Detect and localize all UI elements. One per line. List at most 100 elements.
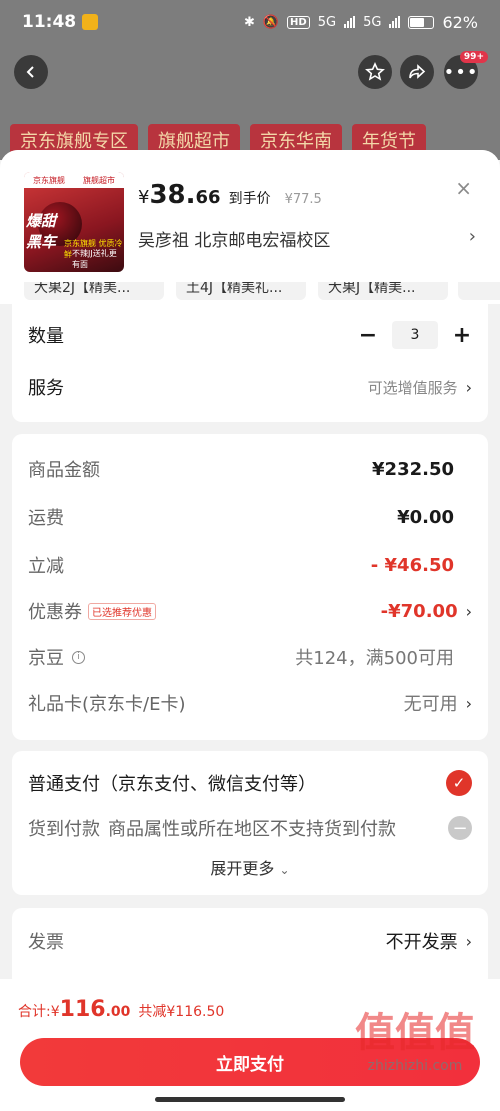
status-time: 11:48	[22, 12, 77, 32]
thumb-label-main: 爆甜 黑车	[26, 210, 56, 252]
original-price: ¥77.5	[284, 192, 322, 207]
thumb-label-line2: 黑车	[26, 233, 57, 251]
shipping-row: 运费 ¥0.00	[28, 502, 472, 532]
service-label: 服务	[28, 378, 64, 399]
coupon-row[interactable]: 优惠券 已选推荐优惠 -¥70.00 ›	[28, 596, 472, 626]
payment-card: 普通支付（京东支付、微信支付等） ✓ 货到付款 商品属性或所在地区不支持货到付款…	[12, 751, 488, 895]
top-nav: ••• 99+	[0, 51, 500, 91]
jd-bean-label: 京豆	[28, 648, 64, 669]
star-icon	[365, 62, 385, 81]
notification-badge: 99+	[459, 51, 488, 63]
giftcard-row[interactable]: 礼品卡(京东卡/E卡) 无可用 ›	[28, 688, 472, 718]
quantity-input[interactable]: 3	[392, 321, 438, 349]
giftcard-label: 礼品卡(京东卡/E卡)	[28, 694, 186, 715]
coupon-value-wrap: -¥70.00 ›	[381, 601, 472, 622]
variant-list: 大果2J【精美... 土4J【精美礼... 大果J【精美...	[0, 282, 500, 304]
increase-button[interactable]: +	[452, 323, 472, 348]
background-page: 11:48 ✱ 🔕 HD 5G 5G 62% ••• 99+ 京东旗舰专区 旗舰…	[0, 0, 500, 160]
goods-amount-label: 商品金额	[28, 460, 100, 481]
watermark-logo: 值值值 zhizhizhi.com	[340, 1000, 490, 1110]
status-bar: 11:48 ✱ 🔕 HD 5G 5G 62%	[0, 0, 500, 44]
notification-icon	[82, 14, 99, 30]
total-decimal: .00	[105, 1004, 131, 1020]
payment-normal-label: 普通支付（京东支付、微信支付等）	[28, 774, 316, 795]
thumb-header: 京东旗舰 旗舰超市	[24, 172, 124, 188]
jd-bean-value: 共124，满500可用	[295, 648, 454, 669]
invoice-card: 发票 不开发票 ›	[12, 908, 488, 988]
discount-row: 立减 - ¥46.50	[28, 550, 472, 580]
invoice-label: 发票	[28, 932, 64, 953]
price-symbol: ¥	[138, 187, 150, 208]
amount-card: 商品金额 ¥232.50 运费 ¥0.00 立减 - ¥46.50 优惠券 已选…	[12, 434, 488, 740]
variant-chip[interactable]: 土4J【精美礼...	[176, 282, 306, 300]
price-decimal: 66	[195, 187, 221, 208]
address-row[interactable]: 吴彦祖 北京邮电宏福校区 ›	[138, 226, 476, 251]
variant-chip-partial[interactable]	[458, 282, 500, 300]
invoice-row[interactable]: 发票 不开发票 ›	[28, 926, 472, 956]
service-value-wrap: 可选增值服务 ›	[368, 377, 472, 398]
price-integer: 38.	[149, 180, 196, 210]
address-text: 吴彦祖 北京邮电宏福校区	[138, 231, 331, 251]
watermark-text: 值值值	[355, 1010, 475, 1056]
disabled-icon: −	[448, 816, 472, 840]
jd-bean-row: 京豆 i 共124，满500可用	[28, 642, 472, 672]
invoice-value-wrap: 不开发票 ›	[386, 928, 472, 954]
expand-more-button[interactable]: 展开更多 ⌄	[12, 855, 488, 879]
mute-icon: 🔕	[262, 14, 280, 30]
signal-label-2: 5G	[363, 14, 382, 30]
coupon-tag: 已选推荐优惠	[88, 602, 156, 620]
total-integer: 116	[59, 997, 106, 1022]
total-savings: 共减¥116.50	[138, 1004, 225, 1020]
quantity-service-card: 数量 − 3 + 服务 可选增值服务 ›	[12, 304, 488, 422]
signal-label-1: 5G	[317, 14, 337, 30]
payment-cod-label: 货到付款	[28, 819, 100, 840]
more-button[interactable]: ••• 99+	[443, 51, 488, 89]
hd-badge: HD	[287, 15, 310, 29]
chevron-down-icon: ⌄	[279, 863, 290, 877]
variant-chip[interactable]: 大果J【精美...	[318, 282, 448, 300]
chevron-right-icon: ›	[465, 377, 472, 397]
more-icon: •••	[443, 61, 479, 83]
total-row: 合计: ¥ 116 .00 共减¥116.50	[18, 997, 224, 1022]
back-icon	[26, 66, 34, 78]
thumb-brand-left: 京东旗舰	[33, 175, 65, 185]
giftcard-value: 无可用	[403, 694, 458, 715]
chevron-right-icon: ›	[465, 693, 472, 713]
product-thumbnail[interactable]: 京东旗舰 旗舰超市 爆甜 黑车 京东旗舰 优质冷鲜 不辣JJ送礼更有面	[24, 172, 124, 272]
close-button[interactable]: ×	[455, 176, 472, 200]
favorite-button[interactable]	[358, 55, 392, 89]
service-row[interactable]: 服务 可选增值服务 ›	[28, 370, 472, 404]
total-symbol: ¥	[50, 1004, 60, 1020]
thumb-label-slogan: 不辣JJ送礼更有面	[72, 249, 117, 269]
check-selected-icon[interactable]: ✓	[446, 770, 472, 796]
share-button[interactable]	[400, 55, 434, 89]
quantity-label: 数量	[28, 326, 64, 347]
coupon-label: 优惠券	[28, 602, 82, 623]
giftcard-value-wrap: 无可用 ›	[404, 690, 472, 716]
shipping-value: ¥0.00	[397, 506, 454, 528]
quantity-stepper: − 3 +	[358, 321, 472, 349]
decrease-button[interactable]: −	[358, 323, 378, 348]
watermark-site: zhizhizhi.com	[367, 1058, 463, 1074]
goods-amount-value: ¥232.50	[372, 458, 454, 480]
thumb-brand-right: 旗舰超市	[83, 175, 115, 185]
info-icon[interactable]: i	[72, 650, 85, 664]
status-icons: ✱ 🔕 HD 5G 5G 62%	[244, 13, 478, 32]
chevron-right-icon: ›	[468, 226, 476, 247]
back-button[interactable]	[14, 55, 48, 89]
discount-label: 立减	[28, 556, 64, 577]
signal-icon-2	[389, 16, 401, 28]
variant-chip[interactable]: 大果2J【精美...	[24, 282, 164, 300]
signal-icon-1	[344, 16, 356, 28]
payment-cod-row: 货到付款 商品属性或所在地区不支持货到付款 −	[28, 813, 472, 843]
goods-amount-row: 商品金额 ¥232.50	[28, 454, 472, 484]
payment-normal-row[interactable]: 普通支付（京东支付、微信支付等） ✓	[28, 767, 472, 799]
total-label: 合计:	[18, 1004, 51, 1020]
shipping-label: 运费	[28, 508, 64, 529]
payment-cod-note: 商品属性或所在地区不支持货到付款	[108, 819, 396, 840]
quantity-row: 数量 − 3 +	[28, 318, 472, 352]
invoice-value: 不开发票	[385, 932, 458, 953]
battery-icon	[408, 15, 435, 29]
battery-percent: 62%	[442, 12, 478, 32]
home-indicator	[155, 1097, 345, 1102]
